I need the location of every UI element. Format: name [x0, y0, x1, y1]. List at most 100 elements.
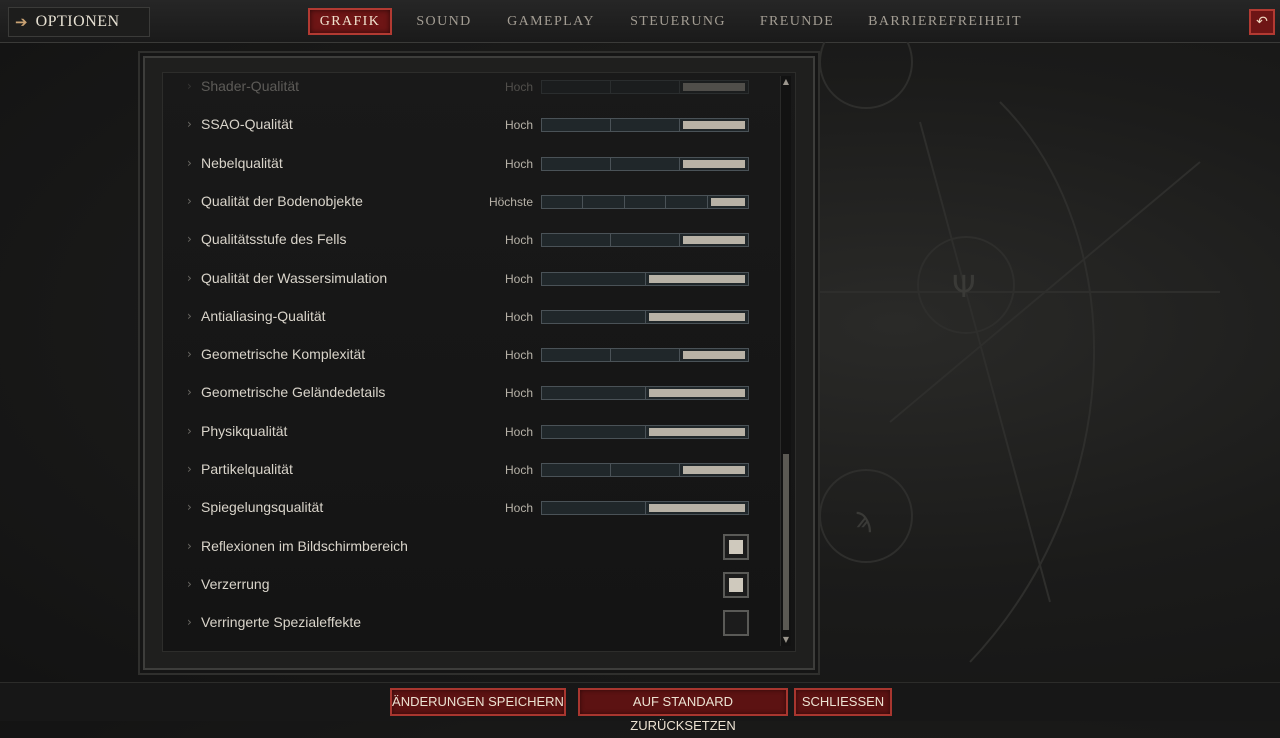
- top-bar: ➔ OPTIONEN GRAFIK SOUND GAMEPLAY STEUERU…: [0, 0, 1280, 43]
- slider-segment[interactable]: [680, 349, 748, 361]
- scroll-down-icon[interactable]: ▼: [781, 634, 791, 646]
- setting-row[interactable]: › Nebelqualität Hoch: [163, 144, 773, 182]
- slider-segment[interactable]: [646, 273, 749, 285]
- slider-segment[interactable]: [542, 81, 611, 93]
- slider-segment[interactable]: [646, 311, 749, 323]
- setting-value: Hoch: [504, 386, 533, 401]
- slider-segment[interactable]: [646, 502, 749, 514]
- setting-row[interactable]: › Qualitätsstufe des Fells Hoch: [163, 220, 773, 258]
- setting-value: Hoch: [504, 156, 533, 171]
- setting-row[interactable]: › Qualität der Bodenobjekte Höchste: [163, 182, 773, 220]
- slider-segment[interactable]: [542, 387, 646, 400]
- tab-grafik[interactable]: GRAFIK: [308, 8, 392, 35]
- slider-segment[interactable]: [680, 119, 748, 131]
- quality-slider[interactable]: [541, 309, 749, 324]
- quality-slider[interactable]: [541, 156, 749, 171]
- setting-row[interactable]: › Spiegelungsqualität Hoch: [163, 488, 773, 526]
- setting-row[interactable]: › Partikelqualität Hoch: [163, 450, 773, 488]
- close-button[interactable]: SCHLIESSEN: [794, 688, 892, 716]
- tab-freunde[interactable]: FREUNDE: [754, 9, 840, 34]
- setting-value: Hoch: [504, 271, 533, 286]
- quality-slider[interactable]: [541, 118, 749, 133]
- setting-row[interactable]: › Antialiasing-Qualität Hoch: [163, 297, 773, 335]
- quality-slider[interactable]: [541, 194, 749, 209]
- scrollbar[interactable]: ▲ ▼: [780, 76, 791, 646]
- chevron-right-icon: ›: [187, 79, 192, 93]
- slider-segment[interactable]: [680, 158, 748, 170]
- quality-slider[interactable]: [541, 501, 749, 516]
- slider-segment[interactable]: [680, 81, 748, 93]
- reset-defaults-button[interactable]: AUF STANDARD ZURÜCKSETZEN: [578, 688, 788, 733]
- setting-row[interactable]: › Geometrische Komplexität Hoch: [163, 335, 773, 373]
- slider-segment[interactable]: [646, 426, 749, 438]
- setting-label: Geometrische Geländedetails: [201, 384, 386, 401]
- slider-segment[interactable]: [542, 425, 646, 438]
- slider-segment[interactable]: [708, 196, 748, 208]
- slider-segment[interactable]: [542, 349, 611, 362]
- setting-checkbox[interactable]: [723, 610, 749, 637]
- slider-segment[interactable]: [680, 234, 748, 246]
- slider-segment[interactable]: [542, 272, 646, 285]
- slider-segment[interactable]: [542, 234, 611, 247]
- setting-value: Höchste: [488, 194, 533, 209]
- quality-slider[interactable]: [541, 271, 749, 286]
- slider-segment[interactable]: [542, 157, 611, 170]
- slider-segment[interactable]: [611, 349, 680, 362]
- chevron-right-icon: ›: [187, 500, 192, 515]
- slider-segment[interactable]: [542, 310, 646, 323]
- quality-slider[interactable]: [541, 386, 749, 401]
- slider-segment[interactable]: [625, 195, 667, 208]
- back-button[interactable]: ↶: [1249, 9, 1275, 35]
- quality-slider[interactable]: [541, 80, 749, 94]
- scroll-thumb[interactable]: [783, 454, 789, 630]
- quality-slider[interactable]: [541, 463, 749, 477]
- setting-label: Shader-Qualität: [201, 78, 300, 94]
- slider-segment[interactable]: [542, 502, 646, 515]
- setting-row[interactable]: › Geometrische Geländedetails Hoch: [163, 373, 773, 411]
- setting-value: Hoch: [504, 348, 533, 363]
- slider-segment[interactable]: [583, 195, 625, 208]
- slider-segment[interactable]: [611, 464, 680, 476]
- slider-segment[interactable]: [666, 195, 708, 208]
- save-changes-button[interactable]: ÄNDERUNGEN SPEICHERN: [390, 688, 566, 716]
- chevron-right-icon: ›: [187, 576, 192, 591]
- setting-label: Verzerrung: [201, 575, 270, 592]
- slider-segment[interactable]: [611, 81, 680, 93]
- tab-sound[interactable]: SOUND: [410, 9, 478, 34]
- setting-label: Partikelqualität: [201, 461, 293, 477]
- setting-value: Hoch: [504, 233, 533, 248]
- slider-segment[interactable]: [611, 119, 680, 132]
- setting-label: Nebelqualität: [201, 154, 283, 171]
- quality-slider[interactable]: [541, 233, 749, 248]
- tab-gameplay[interactable]: GAMEPLAY: [502, 9, 600, 34]
- setting-checkbox[interactable]: [723, 533, 749, 560]
- setting-row[interactable]: › Reflexionen im Bildschirmbereich: [163, 527, 773, 565]
- quality-slider[interactable]: [541, 424, 749, 439]
- setting-row[interactable]: › Shader-Qualität Hoch: [163, 73, 773, 105]
- setting-value: Hoch: [504, 80, 533, 94]
- chevron-right-icon: ›: [187, 347, 192, 362]
- setting-row[interactable]: › SSAO-Qualität Hoch: [163, 105, 773, 143]
- quality-slider[interactable]: [541, 348, 749, 363]
- chevron-right-icon: ›: [187, 193, 192, 208]
- slider-segment[interactable]: [611, 234, 680, 247]
- chevron-right-icon: ›: [187, 462, 192, 476]
- setting-row[interactable]: › Verzerrung: [163, 565, 773, 603]
- setting-row[interactable]: › Qualität der Wassersimulation Hoch: [163, 259, 773, 297]
- setting-row[interactable]: › Verringerte Spezialeffekte: [163, 603, 773, 641]
- slider-segment[interactable]: [542, 464, 611, 476]
- tab-steuerung[interactable]: STEUERUNG: [624, 9, 732, 34]
- slider-segment[interactable]: [542, 119, 611, 132]
- chevron-right-icon: ›: [187, 423, 192, 438]
- tab-barrierefreiheit[interactable]: BARRIEREFREIHEIT: [862, 9, 1028, 34]
- chevron-right-icon: ›: [187, 385, 192, 400]
- slider-segment[interactable]: [542, 195, 584, 208]
- slider-segment[interactable]: [646, 387, 749, 399]
- slider-segment[interactable]: [611, 157, 680, 170]
- setting-row[interactable]: › Physikqualität Hoch: [163, 412, 773, 450]
- slider-segment[interactable]: [680, 464, 748, 476]
- setting-checkbox[interactable]: [723, 571, 749, 598]
- scroll-up-icon[interactable]: ▲: [781, 76, 791, 88]
- setting-label: Spiegelungsqualität: [201, 499, 324, 516]
- setting-value: Hoch: [504, 501, 533, 516]
